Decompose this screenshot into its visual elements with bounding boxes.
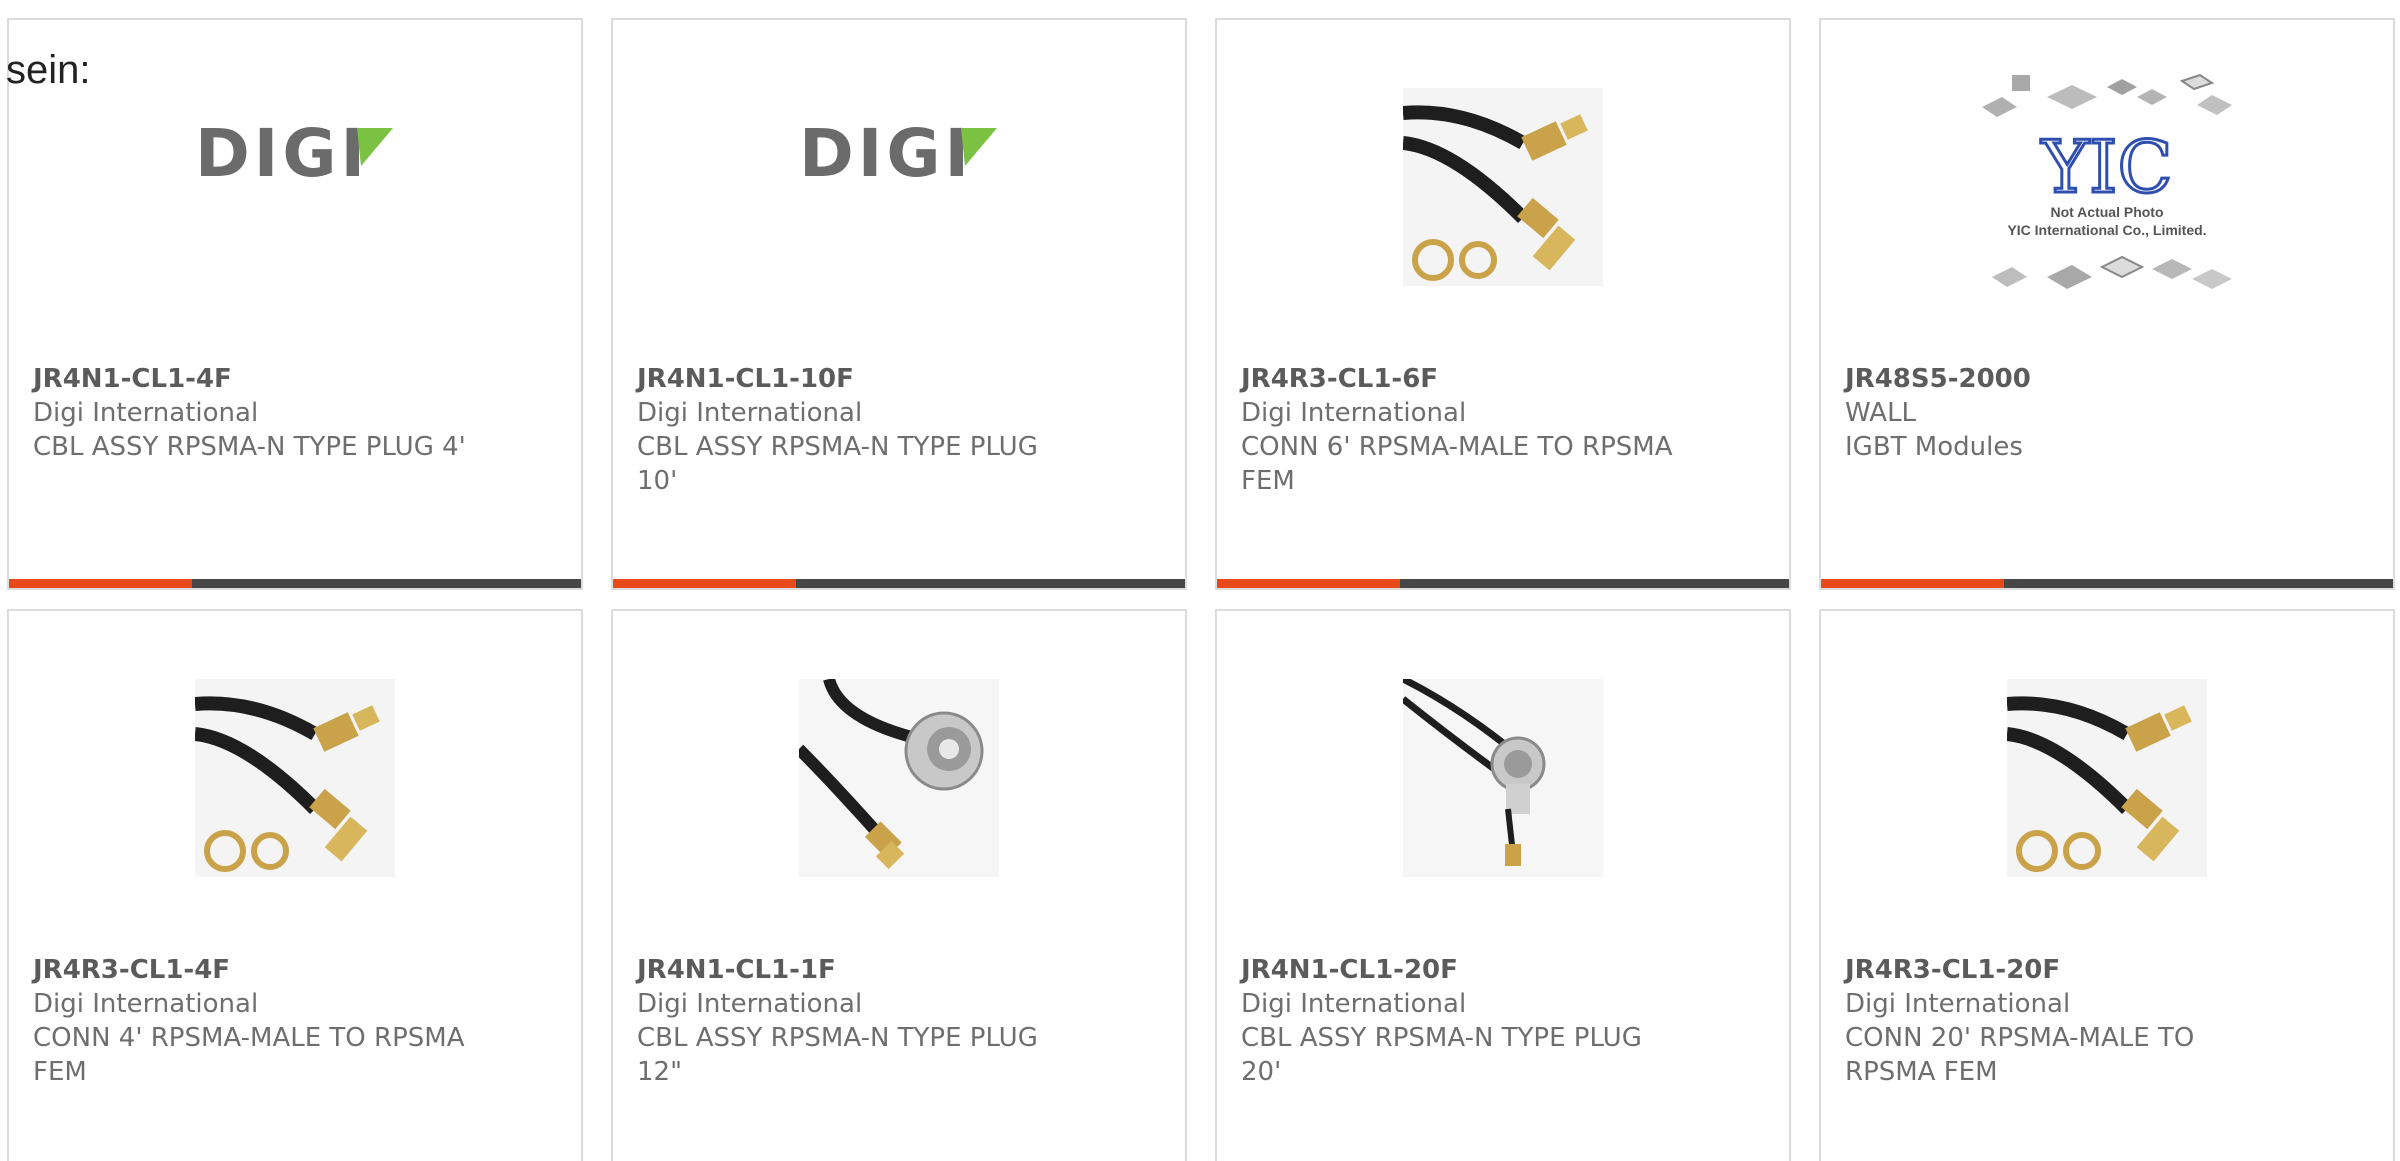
rpsma-cable-image [2006,679,2207,877]
product-description: IGBT Modules [1845,432,2023,462]
placeholder-line-1: Not Actual Photo [2050,204,2163,220]
manufacturer: Digi International [637,398,863,428]
product-description: CBL ASSY RPSMA-N TYPE PLUG 12" [637,1023,1038,1087]
product-card[interactable]: JR4R3-CL1-4F Digi International CONN 4' … [7,609,583,1161]
part-number: JR4R3-CL1-6F [1241,364,1439,394]
digi-logo-image: DIGI [195,88,395,286]
svg-text:DIGI: DIGI [799,115,973,192]
section-heading: sein: [6,48,91,92]
product-description: CONN 20' RPSMA-MALE TO RPSMA FEM [1845,1023,2195,1087]
n-type-cable-image [794,677,999,877]
product-card[interactable]: JR4N1-CL1-1F Digi International CBL ASSY… [611,609,1187,1161]
placeholder-line-2: YIC International Co., Limited. [2007,222,2206,238]
product-card[interactable]: JR4N1-CL1-20F Digi International CBL ASS… [1215,609,1791,1161]
card-bottom-bar [1821,579,2393,588]
rpsma-cable-image [1402,88,1603,286]
manufacturer: Digi International [33,989,259,1019]
n-type-cable-image-2 [1400,675,1603,877]
part-number: JR4N1-CL1-1F [637,955,836,985]
product-description: CONN 6' RPSMA-MALE TO RPSMA FEM [1241,432,1673,496]
part-number: JR4N1-CL1-10F [637,364,854,394]
card-bottom-bar [613,579,1185,588]
part-number: JR4N1-CL1-20F [1241,955,1458,985]
product-card[interactable]: JR4R3-CL1-6F Digi International CONN 6' … [1215,18,1791,590]
manufacturer: Digi International [1241,989,1467,1019]
product-card[interactable]: DIGI JR4N1-CL1-4F Digi International CBL… [7,18,583,590]
svg-text:YIC: YIC [2040,125,2172,209]
card-bottom-bar [9,579,581,588]
manufacturer: Digi International [637,989,863,1019]
product-description: CONN 4' RPSMA-MALE TO RPSMA FEM [33,1023,465,1087]
product-card[interactable]: DIGI JR4N1-CL1-10F Digi International CB… [611,18,1187,590]
manufacturer: Digi International [1845,989,2071,1019]
card-bottom-bar [1217,579,1789,588]
manufacturer: Digi International [33,398,259,428]
part-number: JR4R3-CL1-20F [1845,955,2061,985]
product-description: CBL ASSY RPSMA-N TYPE PLUG 4' [33,432,466,462]
manufacturer: Digi International [1241,398,1467,428]
rpsma-cable-image [194,679,395,877]
yic-placeholder-image: YIC Not Actual Photo YIC International C… [1972,67,2242,307]
svg-text:DIGI: DIGI [195,115,369,192]
product-grid: DIGI JR4N1-CL1-4F Digi International CBL… [0,0,2400,1161]
product-description: CBL ASSY RPSMA-N TYPE PLUG 10' [637,432,1038,496]
product-description: CBL ASSY RPSMA-N TYPE PLUG 20' [1241,1023,1642,1087]
part-number: JR4R3-CL1-4F [33,955,231,985]
manufacturer: WALL [1845,398,1917,428]
product-card[interactable]: JR4R3-CL1-20F Digi International CONN 20… [1819,609,2395,1161]
product-card[interactable]: YIC Not Actual Photo YIC International C… [1819,18,2395,590]
part-number: JR48S5-2000 [1845,364,2031,394]
digi-logo-image: DIGI [799,88,999,286]
product-grid-page: sein: DIGI JR4N1-CL1-4F Digi Internation… [0,0,2400,1161]
part-number: JR4N1-CL1-4F [33,364,232,394]
